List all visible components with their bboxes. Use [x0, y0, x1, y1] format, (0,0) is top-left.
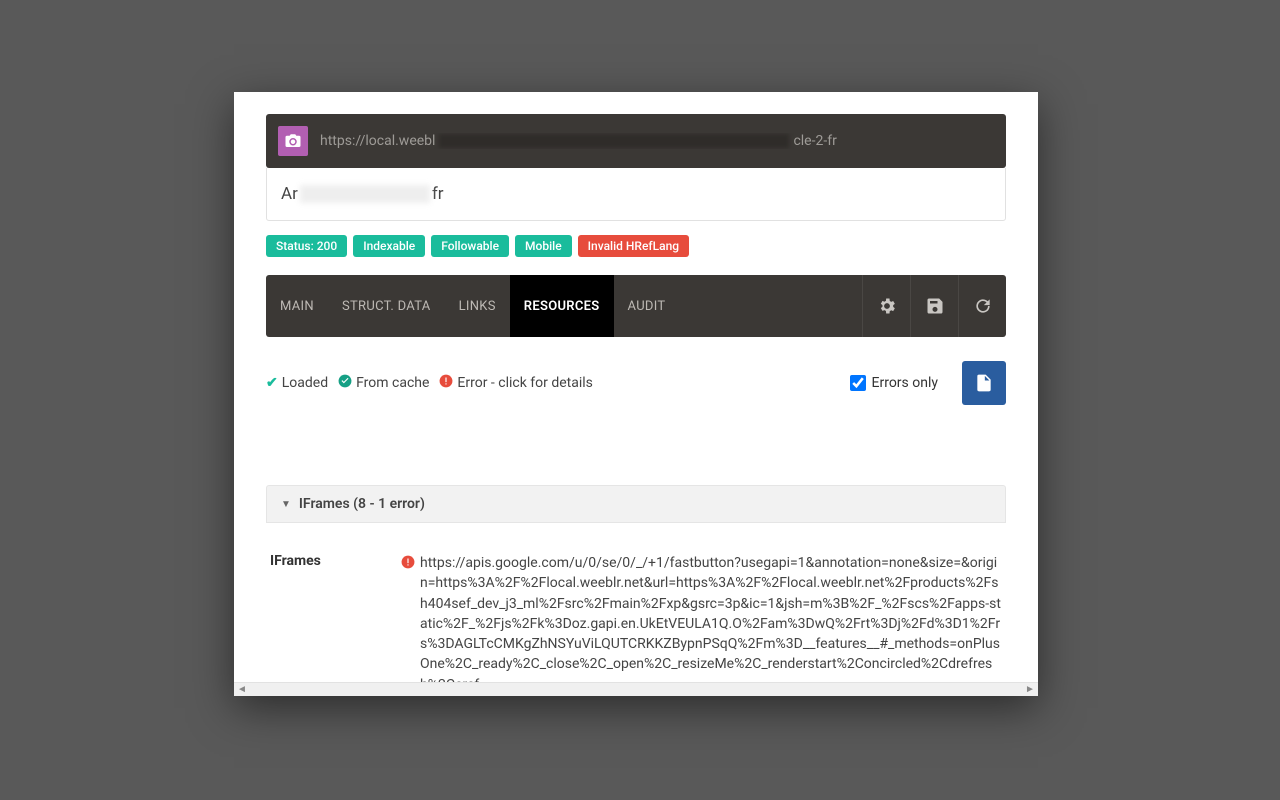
tab-bar: MAIN STRUCT. DATA LINKS RESOURCES AUDIT	[266, 275, 1006, 337]
horizontal-scrollbar[interactable]: ◄ ►	[234, 682, 1038, 696]
page-url: https://local.weebl cle-2-fr	[320, 133, 994, 149]
legend-loaded: ✔ Loaded	[266, 375, 328, 391]
legend-error: Error - click for details	[439, 374, 593, 392]
page-title: Ar fr	[266, 168, 1006, 221]
mobile-badge[interactable]: Mobile	[515, 235, 572, 257]
title-suffix: fr	[432, 184, 444, 204]
tab-resources[interactable]: RESOURCES	[510, 275, 614, 337]
status-badge[interactable]: Status: 200	[266, 235, 347, 257]
settings-icon[interactable]	[862, 275, 910, 337]
errors-only-toggle[interactable]: Errors only	[850, 375, 938, 391]
indexable-badge[interactable]: Indexable	[353, 235, 425, 257]
scroll-right-icon[interactable]: ►	[1022, 684, 1038, 695]
iframes-row: IFrames https://apis.google.com/u/0/se/0…	[266, 553, 1006, 695]
status-badges: Status: 200 Indexable Followable Mobile …	[266, 235, 1006, 257]
refresh-icon[interactable]	[958, 275, 1006, 337]
panel-scroll[interactable]: https://local.weebl cle-2-fr Ar fr Status:…	[234, 92, 1038, 696]
legend-row: ✔ Loaded From cache Error - click for de…	[266, 361, 1006, 405]
check-icon: ✔	[266, 375, 278, 391]
scroll-left-icon[interactable]: ◄	[234, 684, 250, 695]
followable-badge[interactable]: Followable	[431, 235, 509, 257]
url-prefix: https://local.weebl	[320, 133, 435, 149]
legend-cache: From cache	[338, 374, 429, 392]
screenshot-icon[interactable]	[278, 126, 308, 156]
error-icon[interactable]	[396, 553, 420, 695]
tab-audit[interactable]: AUDIT	[614, 275, 680, 337]
legend-error-label: Error - click for details	[457, 375, 593, 391]
legend-loaded-label: Loaded	[282, 375, 328, 391]
url-bar: https://local.weebl cle-2-fr	[266, 114, 1006, 168]
iframes-header-label: IFrames (8 - 1 error)	[299, 496, 425, 512]
tab-main[interactable]: MAIN	[266, 275, 328, 337]
iframes-error-url[interactable]: https://apis.google.com/u/0/se/0/_/+1/fa…	[420, 553, 1006, 695]
caret-down-icon: ▼	[281, 499, 291, 510]
errors-only-checkbox[interactable]	[850, 375, 866, 391]
iframes-section-header[interactable]: ▼ IFrames (8 - 1 error)	[266, 485, 1006, 523]
errors-only-label: Errors only	[872, 375, 938, 391]
check-circle-icon	[338, 374, 352, 392]
error-circle-icon	[439, 374, 453, 392]
url-redacted	[439, 134, 789, 148]
save-icon[interactable]	[910, 275, 958, 337]
url-suffix: cle-2-fr	[793, 133, 836, 149]
tab-links[interactable]: LINKS	[445, 275, 510, 337]
export-button[interactable]	[962, 361, 1006, 405]
title-prefix: Ar	[281, 184, 298, 204]
legend-cache-label: From cache	[356, 375, 429, 391]
invalid-hreflang-badge[interactable]: Invalid HRefLang	[578, 235, 689, 257]
app-panel: https://local.weebl cle-2-fr Ar fr Status:…	[234, 92, 1038, 696]
tab-struct-data[interactable]: STRUCT. DATA	[328, 275, 445, 337]
iframes-label: IFrames	[266, 553, 396, 695]
title-redacted	[300, 185, 430, 203]
